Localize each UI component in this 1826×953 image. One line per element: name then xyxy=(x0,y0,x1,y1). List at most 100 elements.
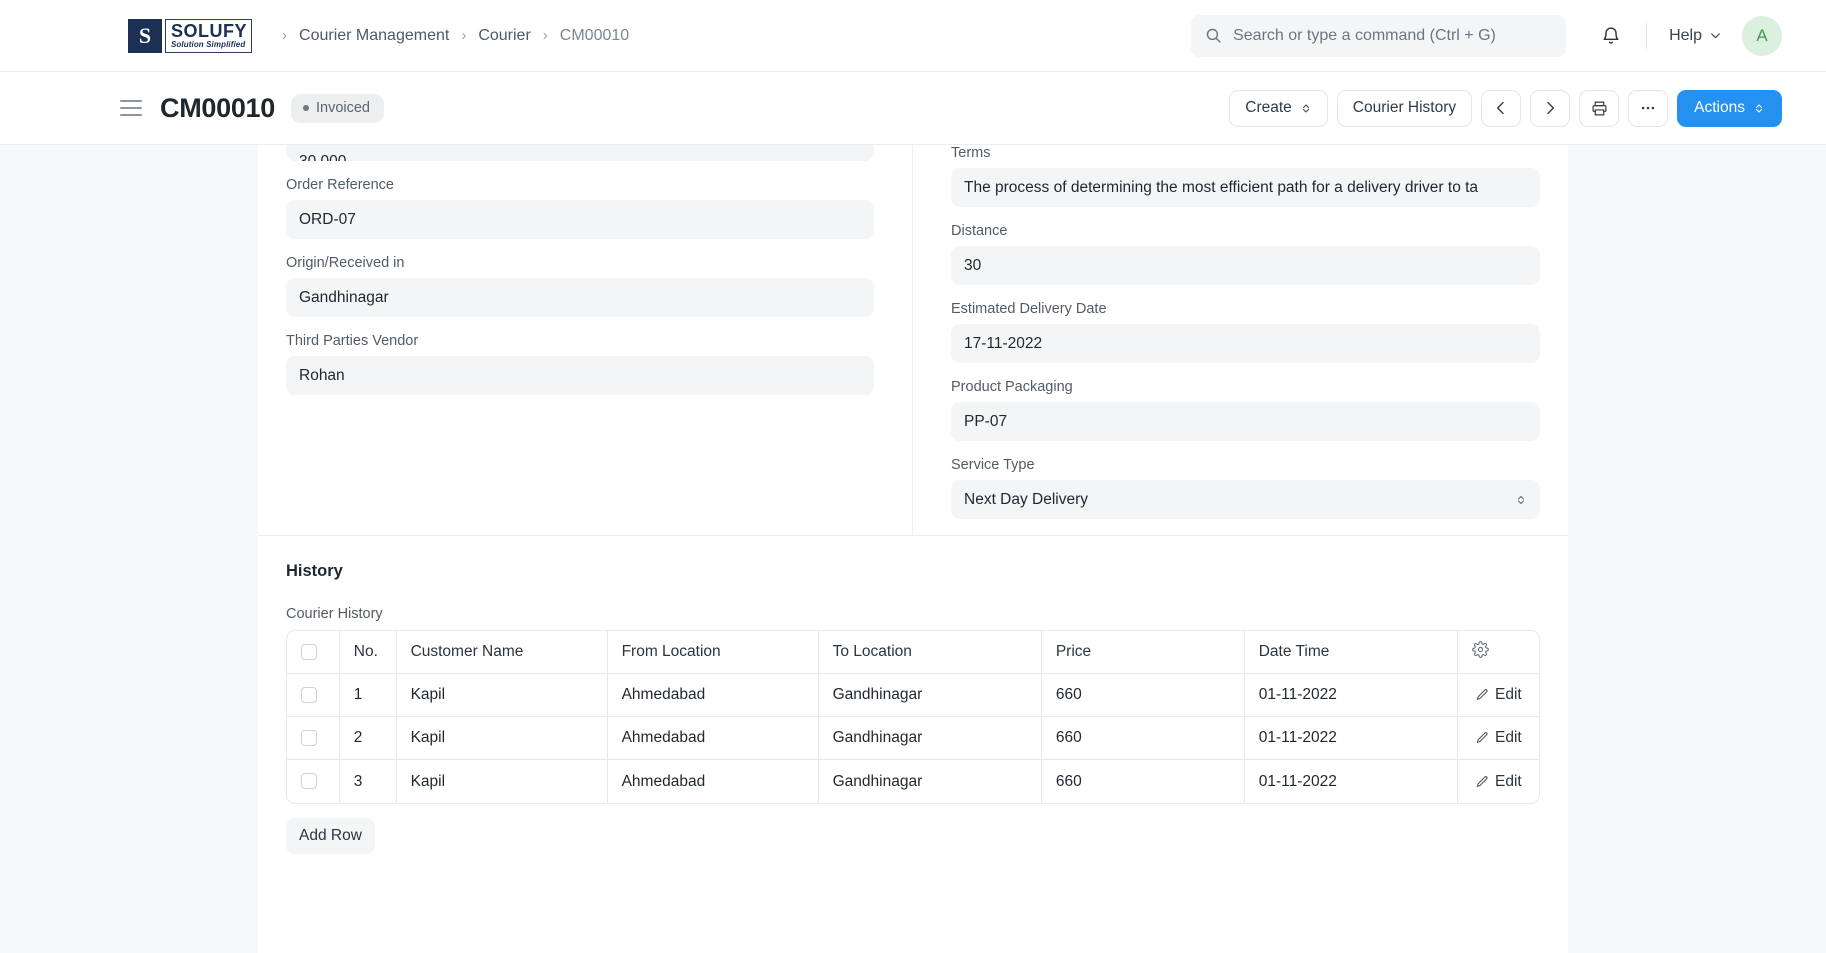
app-logo[interactable]: S SOLUFY Solution Simplified xyxy=(128,18,253,54)
avatar-initial: A xyxy=(1756,25,1768,45)
column-header-to-location[interactable]: To Location xyxy=(818,631,1042,674)
field-third-parties-vendor-label: Third Parties Vendor xyxy=(286,333,419,349)
column-header-date-time[interactable]: Date Time xyxy=(1244,631,1458,674)
actions-button[interactable]: Actions xyxy=(1677,89,1782,127)
column-header-no[interactable]: No. xyxy=(339,631,397,674)
courier-history-button-label: Courier History xyxy=(1352,99,1457,116)
cell-date-time[interactable]: 01-11-2022 xyxy=(1244,674,1458,717)
row-checkbox[interactable] xyxy=(301,729,317,746)
column-header-from-location[interactable]: From Location xyxy=(607,631,819,674)
create-button[interactable]: Create xyxy=(1229,89,1328,127)
edit-row-button[interactable]: Edit xyxy=(1472,717,1525,759)
status-badge-label: Invoiced xyxy=(315,99,370,116)
help-menu[interactable]: Help xyxy=(1661,21,1730,51)
navbar-right-group: Search or type a command (Ctrl + G) Help… xyxy=(1191,14,1782,57)
field-distance-input[interactable]: 30 xyxy=(951,246,1540,285)
actions-button-label: Actions xyxy=(1694,99,1745,116)
next-record-button[interactable] xyxy=(1530,89,1571,127)
edit-row-button[interactable]: Edit xyxy=(1472,760,1525,803)
add-row-button[interactable]: Add Row xyxy=(286,818,375,854)
field-estimated-delivery-date: Estimated Delivery Date 17-11-2022 xyxy=(951,301,1540,363)
field-order-reference-value: ORD-07 xyxy=(299,210,356,228)
logo-wordmark: SOLUFY Solution Simplified xyxy=(165,18,253,53)
form-section: 30.000 Order Reference ORD-07 Origin/Rec… xyxy=(258,145,1568,536)
breadcrumb-separator-icon: › xyxy=(282,27,288,44)
avatar[interactable]: A xyxy=(1742,15,1782,56)
row-select-cell xyxy=(287,760,340,803)
cell-price[interactable]: 660 xyxy=(1041,674,1245,717)
cell-customer-name[interactable]: Kapil xyxy=(396,674,608,717)
field-estimated-delivery-date-input[interactable]: 17-11-2022 xyxy=(951,324,1540,363)
chevron-right-icon xyxy=(1542,100,1558,116)
edit-row-label: Edit xyxy=(1495,729,1522,746)
field-service-type-select[interactable]: Next Day Delivery xyxy=(951,480,1540,519)
select-all-checkbox[interactable] xyxy=(301,643,317,660)
breadcrumb-item-courier[interactable]: Courier xyxy=(478,27,530,45)
field-weight-input[interactable]: 30.000 xyxy=(286,145,874,161)
table-row[interactable]: 1 Kapil Ahmedabad Gandhinagar 660 01-11-… xyxy=(287,674,1539,717)
form-column-left: 30.000 Order Reference ORD-07 Origin/Rec… xyxy=(286,145,913,535)
cell-no[interactable]: 3 xyxy=(340,760,397,803)
navbar-divider xyxy=(1646,22,1648,49)
field-terms-input[interactable]: The process of determining the most effi… xyxy=(951,168,1540,207)
page-title: CM00010 xyxy=(160,92,275,123)
cell-date-time[interactable]: 01-11-2022 xyxy=(1244,717,1458,760)
chevron-updown-icon xyxy=(1515,492,1527,508)
field-order-reference: Order Reference ORD-07 xyxy=(286,177,874,239)
field-weight-value: 30.000 xyxy=(299,153,346,161)
breadcrumb-item-courier-management[interactable]: Courier Management xyxy=(299,27,449,45)
cell-price[interactable]: 660 xyxy=(1041,717,1245,760)
field-distance: Distance 30 xyxy=(951,223,1540,285)
cell-no[interactable]: 1 xyxy=(339,674,397,717)
chevron-down-icon xyxy=(1709,29,1722,42)
row-select-cell xyxy=(287,717,340,760)
chevron-updown-icon xyxy=(1753,101,1765,116)
search-input[interactable]: Search or type a command (Ctrl + G) xyxy=(1191,14,1567,57)
field-product-packaging-input[interactable]: PP-07 xyxy=(951,402,1540,441)
cell-price[interactable]: 660 xyxy=(1042,760,1245,803)
field-origin-received-in-value: Gandhinagar xyxy=(299,288,389,306)
cell-to-location[interactable]: Gandhinagar xyxy=(818,674,1042,717)
table-row[interactable]: 3 Kapil Ahmedabad Gandhinagar 660 01-11-… xyxy=(287,760,1539,803)
breadcrumb-separator-icon: › xyxy=(542,27,548,44)
printer-icon xyxy=(1591,100,1608,117)
field-origin-received-in-input[interactable]: Gandhinagar xyxy=(286,278,874,317)
field-third-parties-vendor-input[interactable]: Rohan xyxy=(286,356,874,395)
table-row[interactable]: 2 Kapil Ahmedabad Gandhinagar 660 01-11-… xyxy=(287,717,1539,760)
cell-no[interactable]: 2 xyxy=(339,717,397,760)
cell-from-location[interactable]: Ahmedabad xyxy=(608,760,819,803)
courier-history-button[interactable]: Courier History xyxy=(1336,89,1473,127)
sidebar-toggle-icon[interactable] xyxy=(120,100,142,116)
cell-date-time[interactable]: 01-11-2022 xyxy=(1245,760,1458,803)
field-estimated-delivery-date-value: 17-11-2022 xyxy=(964,334,1043,352)
cell-customer-name[interactable]: Kapil xyxy=(396,717,608,760)
cell-to-location[interactable]: Gandhinagar xyxy=(818,717,1042,760)
create-button-label: Create xyxy=(1245,99,1292,116)
more-options-button[interactable] xyxy=(1628,89,1669,127)
row-checkbox[interactable] xyxy=(301,773,317,790)
cell-from-location[interactable]: Ahmedabad xyxy=(607,674,819,717)
cell-from-location[interactable]: Ahmedabad xyxy=(607,717,819,760)
field-terms: Terms The process of determining the mos… xyxy=(951,145,1540,207)
field-service-type-value: Next Day Delivery xyxy=(964,490,1089,508)
previous-record-button[interactable] xyxy=(1481,89,1522,127)
edit-row-button[interactable]: Edit xyxy=(1472,674,1525,716)
pencil-icon xyxy=(1475,775,1489,789)
notifications-button[interactable] xyxy=(1590,15,1632,57)
cell-to-location[interactable]: Gandhinagar xyxy=(819,760,1042,803)
column-header-price[interactable]: Price xyxy=(1041,631,1245,674)
cell-customer-name[interactable]: Kapil xyxy=(397,760,608,803)
gear-icon[interactable] xyxy=(1472,641,1489,658)
column-header-customer-name[interactable]: Customer Name xyxy=(396,631,608,674)
row-edit-cell: Edit xyxy=(1458,760,1539,803)
ellipsis-icon xyxy=(1639,99,1657,117)
print-button[interactable] xyxy=(1579,89,1620,127)
courier-history-grid-label: Courier History xyxy=(286,606,383,622)
field-order-reference-input[interactable]: ORD-07 xyxy=(286,200,874,239)
row-checkbox[interactable] xyxy=(301,686,317,703)
field-weight: 30.000 xyxy=(286,145,874,161)
logo-tagline: Solution Simplified xyxy=(171,39,248,49)
status-badge[interactable]: Invoiced xyxy=(290,93,384,123)
field-distance-value: 30 xyxy=(964,256,982,274)
table-body: 1 Kapil Ahmedabad Gandhinagar 660 01-11-… xyxy=(287,674,1539,803)
